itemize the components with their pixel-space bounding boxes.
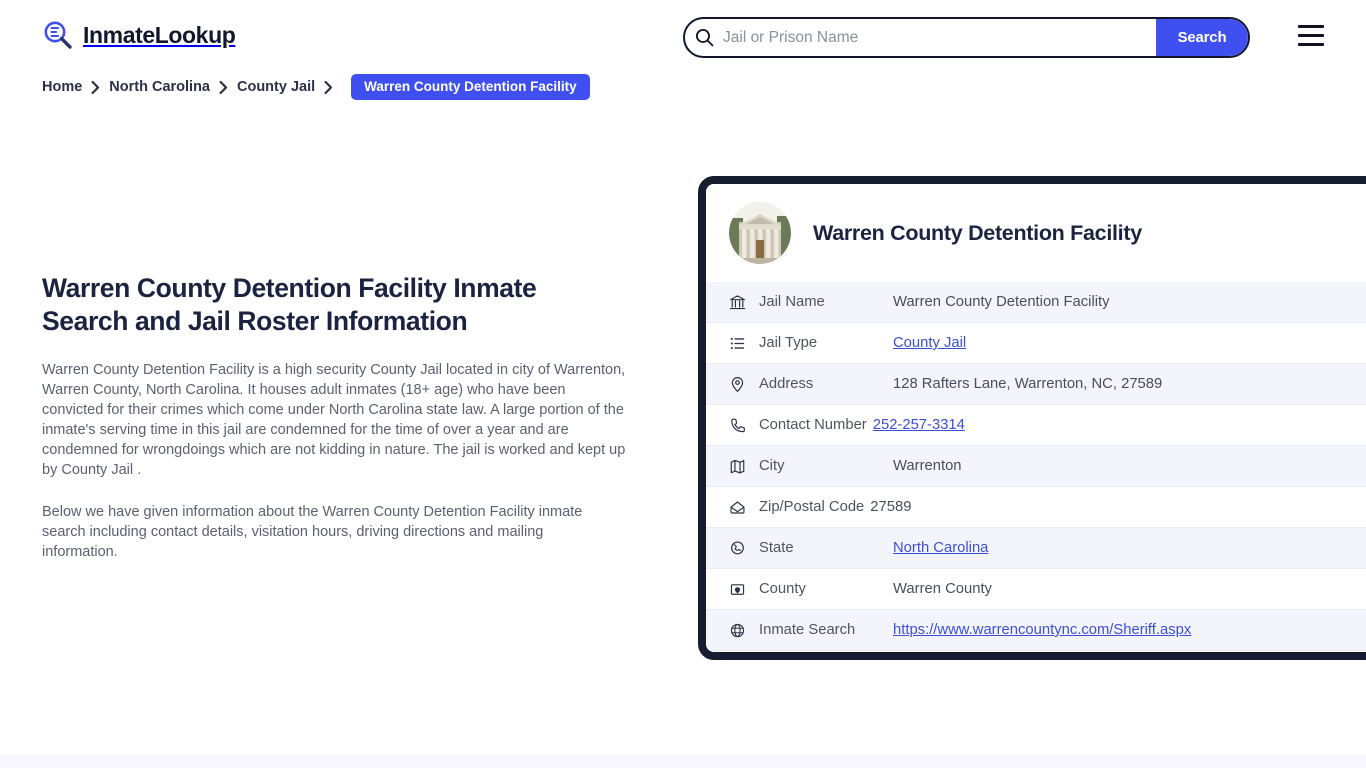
breadcrumb-item-county-jail[interactable]: County Jail	[237, 79, 315, 95]
brand-name: InmateLookup	[83, 24, 235, 47]
row-label: County	[759, 581, 893, 597]
hamburger-bar	[1298, 43, 1324, 46]
globe-pin-icon	[729, 540, 759, 557]
description-paragraph-2: Below we have given information about th…	[42, 502, 614, 562]
table-row: County Warren County	[706, 569, 1366, 610]
county-icon	[729, 581, 759, 598]
row-value: Warrenton	[893, 458, 962, 474]
mail-icon	[729, 499, 759, 516]
row-label: Contact Number	[759, 417, 873, 433]
search-bar[interactable]: Search	[683, 17, 1250, 58]
table-row: State North Carolina	[706, 528, 1366, 569]
card-header: Warren County Detention Facility	[706, 184, 1366, 282]
table-row: Jail Type County Jail	[706, 323, 1366, 364]
inmate-search-link[interactable]: https://www.warrencountync.com/Sheriff.a…	[893, 622, 1191, 638]
courthouse-photo-avatar	[729, 202, 791, 264]
row-label: Address	[759, 376, 893, 392]
card-title: Warren County Detention Facility	[813, 221, 1142, 246]
hamburger-bar	[1298, 25, 1324, 28]
list-icon	[729, 335, 759, 352]
row-value: Warren County	[893, 581, 992, 597]
phone-icon	[729, 417, 759, 434]
site-logo[interactable]: InmateLookup	[42, 19, 235, 51]
globe-icon	[729, 622, 759, 639]
breadcrumb-item-home[interactable]: Home	[42, 79, 82, 95]
table-row: Jail Name Warren County Detention Facili…	[706, 282, 1366, 323]
row-label: Jail Name	[759, 294, 893, 310]
footer-band	[0, 755, 1366, 768]
table-row: City Warrenton	[706, 446, 1366, 487]
state-link[interactable]: North Carolina	[893, 540, 988, 556]
table-row: Inmate Search https://www.warrencountync…	[706, 610, 1366, 651]
hamburger-bar	[1298, 34, 1324, 37]
facility-info-card: Warren County Detention Facility Jail Na…	[698, 176, 1366, 660]
jail-type-link[interactable]: County Jail	[893, 335, 966, 351]
breadcrumb-item-north-carolina[interactable]: North Carolina	[109, 79, 210, 95]
table-row: Address 128 Rafters Lane, Warrenton, NC,…	[706, 364, 1366, 405]
page-title: Warren County Detention Facility Inmate …	[42, 272, 620, 338]
contact-number-link[interactable]: 252-257-3314	[873, 417, 965, 433]
map-pin-icon	[729, 376, 759, 393]
row-label: Zip/Postal Code	[759, 499, 870, 515]
table-row: Contact Number 252-257-3314	[706, 405, 1366, 446]
breadcrumb: Home North Carolina County Jail Warren C…	[42, 76, 590, 98]
row-label: State	[759, 540, 893, 556]
hamburger-menu-icon[interactable]	[1298, 25, 1324, 46]
row-label: Inmate Search	[759, 622, 893, 638]
chevron-right-icon	[324, 81, 333, 94]
bank-icon	[729, 294, 759, 311]
search-icon	[685, 19, 723, 56]
facility-details-table: Jail Name Warren County Detention Facili…	[706, 282, 1366, 651]
magnifier-e-logo-icon	[42, 19, 74, 51]
row-label: Jail Type	[759, 335, 893, 351]
site-header: InmateLookup Search	[0, 0, 1366, 75]
row-value: 128 Rafters Lane, Warrenton, NC, 27589	[893, 376, 1162, 392]
description-paragraph-1: Warren County Detention Facility is a hi…	[42, 360, 630, 480]
table-row: Zip/Postal Code 27589	[706, 487, 1366, 528]
main-content: Warren County Detention Facility Inmate …	[42, 272, 632, 562]
map-icon	[729, 458, 759, 475]
breadcrumb-current: Warren County Detention Facility	[351, 74, 590, 100]
search-input[interactable]	[723, 19, 1156, 56]
row-label: City	[759, 458, 893, 474]
chevron-right-icon	[219, 81, 228, 94]
row-value: 27589	[870, 499, 911, 515]
search-button[interactable]: Search	[1156, 19, 1248, 56]
row-value: Warren County Detention Facility	[893, 294, 1110, 310]
chevron-right-icon	[91, 81, 100, 94]
